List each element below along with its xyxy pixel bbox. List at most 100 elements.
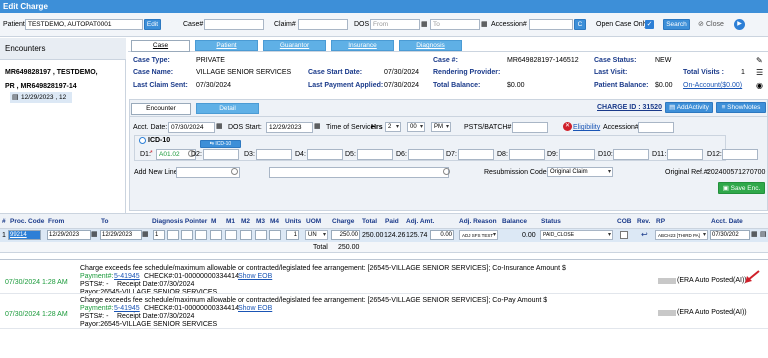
tab-insurance[interactable]: Insurance	[331, 40, 394, 51]
eye-icon[interactable]: ◉	[756, 81, 763, 90]
tab-guarantor[interactable]: Guarantor	[263, 40, 326, 51]
edit-pencil-icon[interactable]: ✎	[756, 56, 763, 65]
d3-input[interactable]	[256, 149, 292, 160]
adj-reason-select[interactable]: ADJ SFS TEST	[459, 230, 498, 240]
tab-detail[interactable]: Detail	[196, 103, 259, 114]
patient-input[interactable]	[25, 19, 143, 30]
note-text: Charge exceeds fee schedule/maximum allo…	[80, 265, 566, 272]
d8-input[interactable]	[509, 149, 545, 160]
save-enc-button[interactable]: ▣ Save Enc.	[718, 182, 765, 194]
units-input[interactable]: 1	[286, 230, 299, 240]
resubmission-select[interactable]: Original Claim	[547, 167, 613, 177]
cob-checkbox[interactable]	[620, 231, 628, 239]
modifier-m1[interactable]	[225, 230, 237, 240]
dos-start-input[interactable]	[266, 122, 313, 133]
modifier-m4[interactable]	[269, 230, 281, 240]
d9-input[interactable]	[559, 149, 595, 160]
accession-input[interactable]	[529, 19, 573, 30]
calendar-icon[interactable]: ▦	[421, 20, 428, 30]
acct-date-cell[interactable]: 07/30/202	[710, 230, 750, 240]
note-payment-link[interactable]: 5-41945	[114, 305, 140, 312]
tab-encounter[interactable]: Encounter	[131, 103, 191, 115]
dx-pointer-3[interactable]	[181, 230, 193, 240]
tab-case[interactable]: Case	[131, 40, 190, 52]
calendar-icon[interactable]: ▦	[142, 230, 149, 240]
calendar-icon[interactable]: ▦	[481, 20, 488, 30]
note-payment-link[interactable]: 5-41945	[114, 273, 140, 280]
col-paid: Paid	[385, 218, 399, 225]
modifier-m2[interactable]	[240, 230, 252, 240]
dos-from-input[interactable]	[370, 19, 420, 30]
on-account-link[interactable]: On-Account($0.00)	[683, 82, 742, 89]
show-eob-link[interactable]: Show EOB	[238, 305, 272, 312]
modifier-m[interactable]	[210, 230, 222, 240]
show-notes-button[interactable]: ≡ ShowNotes	[716, 102, 766, 113]
d5-input[interactable]	[357, 149, 393, 160]
open-case-checkbox[interactable]: ✓	[645, 20, 654, 29]
sidebar-encounter-item[interactable]: ▤ 12/29/2023 , 12	[10, 92, 72, 103]
modifier-m3[interactable]	[255, 230, 267, 240]
col-to: To	[101, 218, 109, 225]
dos-to-input[interactable]	[430, 19, 480, 30]
tab-patient[interactable]: Patient	[195, 40, 258, 51]
case-type-value: PRIVATE	[196, 57, 225, 64]
d11-input[interactable]	[667, 149, 703, 160]
status-select[interactable]: PAID_CLOSE	[540, 230, 613, 240]
ampm-select[interactable]: PM	[431, 122, 451, 132]
col-uom: UOM	[306, 218, 322, 225]
add-activity-button[interactable]: ▤ AddActivity	[665, 102, 713, 113]
close-button[interactable]: Close	[706, 21, 724, 28]
enc-accession-input[interactable]	[638, 122, 674, 133]
d6-input[interactable]	[408, 149, 444, 160]
sidebar-patient-line[interactable]: MR649828197 , TESTDEMO,	[5, 69, 98, 76]
col-charge: Charge	[332, 218, 355, 225]
charge-input[interactable]: 250.00	[331, 230, 360, 240]
calendar-icon[interactable]: ▦	[751, 230, 758, 240]
show-eob-link[interactable]: Show EOB	[238, 273, 272, 280]
col-m1: M1	[226, 218, 236, 225]
charge-id-link[interactable]: CHARGE ID : 31520	[597, 104, 662, 111]
d12-input[interactable]	[722, 149, 758, 160]
calendar-icon[interactable]: ▦	[91, 230, 98, 240]
case-start-value: 07/30/2024	[384, 69, 420, 76]
hrs-select[interactable]: 2	[385, 122, 401, 132]
c-button[interactable]: C	[574, 19, 586, 30]
edit-patient-button[interactable]: Edit	[144, 19, 161, 30]
icd-lookup-button[interactable]: ⇆ ICD-10 Lookup	[200, 140, 241, 154]
sidebar-pr-line[interactable]: PR , MR649828197-14	[5, 83, 77, 90]
to-date-input[interactable]: 12/29/2023	[100, 230, 142, 240]
d10-input[interactable]	[613, 149, 649, 160]
rp-select[interactable]: ABCH23 [THIRD PA]	[655, 230, 708, 240]
uom-select[interactable]: UN	[305, 230, 328, 240]
proc-code-input[interactable]: 99214	[8, 230, 41, 240]
list-icon[interactable]: ☰	[756, 68, 763, 77]
dx-pointer-2[interactable]	[167, 230, 179, 240]
dx-pointer-1[interactable]: 1	[153, 230, 165, 240]
eligibility-link[interactable]: Eligibility	[573, 124, 600, 131]
from-date-input[interactable]: 12/29/2023	[47, 230, 91, 240]
add-line-lookup-icon[interactable]	[231, 168, 238, 175]
dx-pointer-4[interactable]	[195, 230, 207, 240]
tab-diagnosis[interactable]: Diagnosis	[399, 40, 462, 51]
d2-input[interactable]	[203, 149, 239, 160]
mins-select[interactable]: 00	[407, 122, 425, 132]
d7-input[interactable]	[458, 149, 494, 160]
acct-date-input[interactable]	[168, 122, 215, 133]
icd-radio[interactable]	[139, 137, 146, 144]
note-check: CHECK#:01-00000000334414	[144, 273, 239, 280]
add-line-description-input[interactable]	[269, 167, 449, 178]
psts-input[interactable]	[512, 122, 548, 133]
reverse-icon[interactable]: ↩	[641, 230, 648, 239]
description-lookup-icon[interactable]	[443, 168, 450, 175]
case-no-label: Case #:	[433, 57, 458, 64]
close-icon[interactable]: ⊘	[698, 20, 704, 28]
case-input[interactable]	[204, 19, 264, 30]
more-icon[interactable]: ▤	[760, 230, 767, 240]
adj-amt-input[interactable]: 0.00	[430, 230, 454, 240]
search-button[interactable]: Search	[663, 19, 690, 30]
next-arrow-icon[interactable]: ▶	[734, 19, 745, 30]
d4-input[interactable]	[307, 149, 343, 160]
calendar-icon[interactable]: ▦	[314, 122, 321, 132]
calendar-icon[interactable]: ▦	[216, 122, 223, 132]
claim-input[interactable]	[298, 19, 348, 30]
